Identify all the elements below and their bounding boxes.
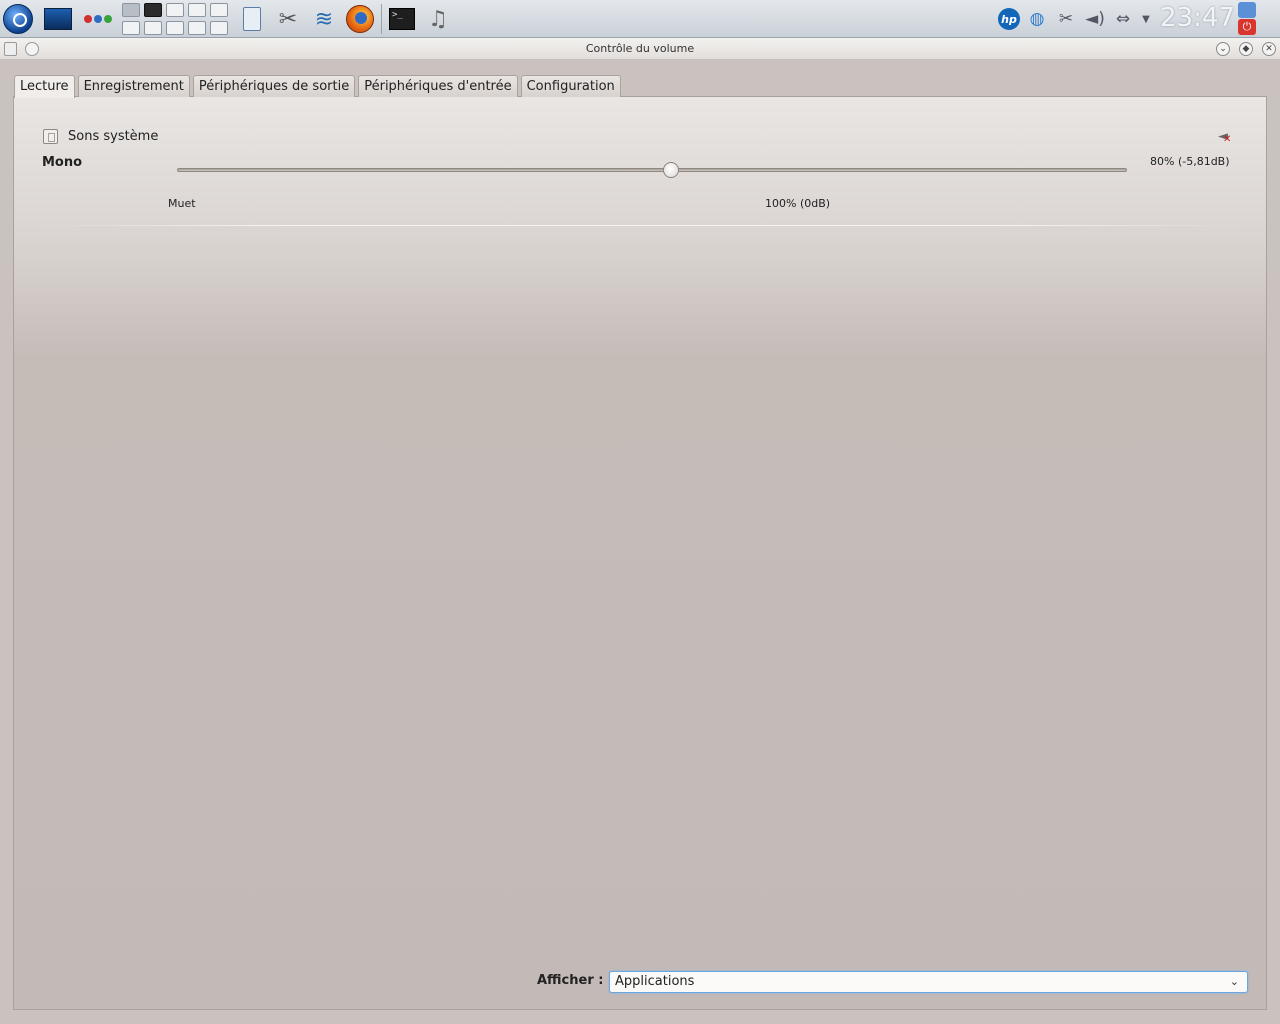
volume-tray-button[interactable]: ◄) [1082, 3, 1108, 35]
red-dot-icon [84, 15, 92, 23]
power-icon: ⏻ [1242, 20, 1252, 33]
file-manager-launcher[interactable] [236, 3, 268, 35]
close-icon: ✕ [1265, 44, 1273, 54]
hp-icon: hp [998, 8, 1020, 30]
top-panel: ✂ ≋ >_ ♫ hp ◍ ✂ ◄) ⇔ ▼ 23:47 ⏻ [0, 0, 1280, 38]
blue-dot-icon [94, 15, 102, 23]
terminal-task[interactable]: >_ [386, 3, 418, 35]
volume-slider-handle[interactable] [663, 162, 679, 178]
maximize-button[interactable]: ◆ [1239, 42, 1253, 56]
window-titlebar[interactable]: Contrôle du volume ⌄ ◆ ✕ [0, 38, 1280, 60]
window-title: Contrôle du volume [585, 42, 695, 55]
tab-peripheriques-entree[interactable]: Périphériques d'entrée [358, 75, 518, 97]
panel-separator [381, 4, 382, 34]
mute-x-icon: ✕ [1223, 134, 1232, 145]
clipboard-tray-button[interactable]: ✂ [1054, 3, 1078, 35]
tools-icon: ✂ [278, 6, 298, 32]
power-button[interactable]: ⏻ [1238, 19, 1256, 35]
green-dot-icon [104, 15, 112, 23]
firefox-launcher[interactable] [344, 3, 376, 35]
desktop-8[interactable] [166, 21, 184, 35]
desktop-9[interactable] [188, 21, 206, 35]
stream-name: Sons système [68, 129, 159, 144]
desktop-icon [44, 8, 72, 30]
desktop-1[interactable] [122, 3, 140, 17]
wave-icon: ≋ [314, 6, 334, 32]
virtual-desktop-pager [122, 3, 230, 35]
desktop-7[interactable] [144, 21, 162, 35]
volume-control-task[interactable]: ♫ [422, 3, 454, 35]
channel-label: Mono [42, 155, 83, 170]
application-launcher-button[interactable] [2, 3, 34, 35]
desktop-4[interactable] [188, 3, 206, 17]
tick-label-mute: Muet [168, 197, 196, 210]
filter-select[interactable]: Applications ⌄ [609, 971, 1248, 993]
tab-bar: Lecture Enregistrement Périphériques de … [14, 75, 624, 98]
tab-content-panel [13, 96, 1267, 1010]
scissors-icon: ✂ [1058, 9, 1074, 29]
diamond-icon: ◆ [1242, 44, 1250, 54]
volume-icon: ◄) [1085, 9, 1105, 29]
tick-label-100: 100% (0dB) [765, 197, 831, 210]
show-desktop-button[interactable] [42, 3, 74, 35]
mute-button[interactable]: ◄ ✕ [1214, 128, 1232, 146]
terminal-icon: >_ [389, 8, 415, 30]
globe-icon: ◍ [1029, 9, 1045, 29]
usb-icon: ⇔ [1115, 9, 1131, 29]
network-tray-button[interactable]: ◍ [1024, 3, 1050, 35]
tab-configuration[interactable]: Configuration [520, 75, 621, 97]
activity-switcher-button[interactable] [80, 3, 116, 35]
chevron-down-icon: ⌄ [1219, 44, 1227, 54]
speaker-icon: ♫ [428, 6, 448, 32]
desktop-2[interactable] [144, 3, 162, 17]
minimize-button[interactable]: ⌄ [1216, 42, 1230, 56]
tab-lecture[interactable]: Lecture [14, 75, 75, 98]
usb-tray-button[interactable]: ⇔ [1110, 3, 1136, 35]
volume-value: 80% (-5,81dB) [1150, 155, 1230, 168]
chevron-down-icon: ⌄ [1229, 975, 1239, 988]
clock[interactable]: 23:47 [1160, 2, 1235, 34]
system-sounds-icon [43, 129, 58, 144]
tab-enregistrement[interactable]: Enregistrement [77, 75, 190, 97]
volume-slider[interactable] [177, 168, 1127, 172]
hp-tray-button[interactable]: hp [996, 3, 1022, 35]
tab-peripheriques-sortie[interactable]: Périphériques de sortie [192, 75, 356, 97]
desktop-6[interactable] [122, 21, 140, 35]
close-button[interactable]: ✕ [1262, 42, 1276, 56]
launcher-icon [3, 4, 33, 34]
settings-launcher[interactable]: ✂ [272, 3, 304, 35]
file-icon [243, 7, 261, 31]
lock-screen-button[interactable] [1238, 2, 1256, 18]
system-monitor-launcher[interactable]: ≋ [308, 3, 340, 35]
chevron-down-icon: ▼ [1142, 13, 1150, 25]
desktop-5[interactable] [210, 3, 228, 17]
desktop-10[interactable] [210, 21, 228, 35]
filter-selected-value: Applications [615, 974, 695, 989]
filter-label: Afficher : [537, 973, 604, 988]
stream-divider [40, 225, 1240, 226]
firefox-icon [346, 5, 374, 33]
tray-expand-button[interactable]: ▼ [1138, 3, 1154, 35]
desktop-3[interactable] [166, 3, 184, 17]
